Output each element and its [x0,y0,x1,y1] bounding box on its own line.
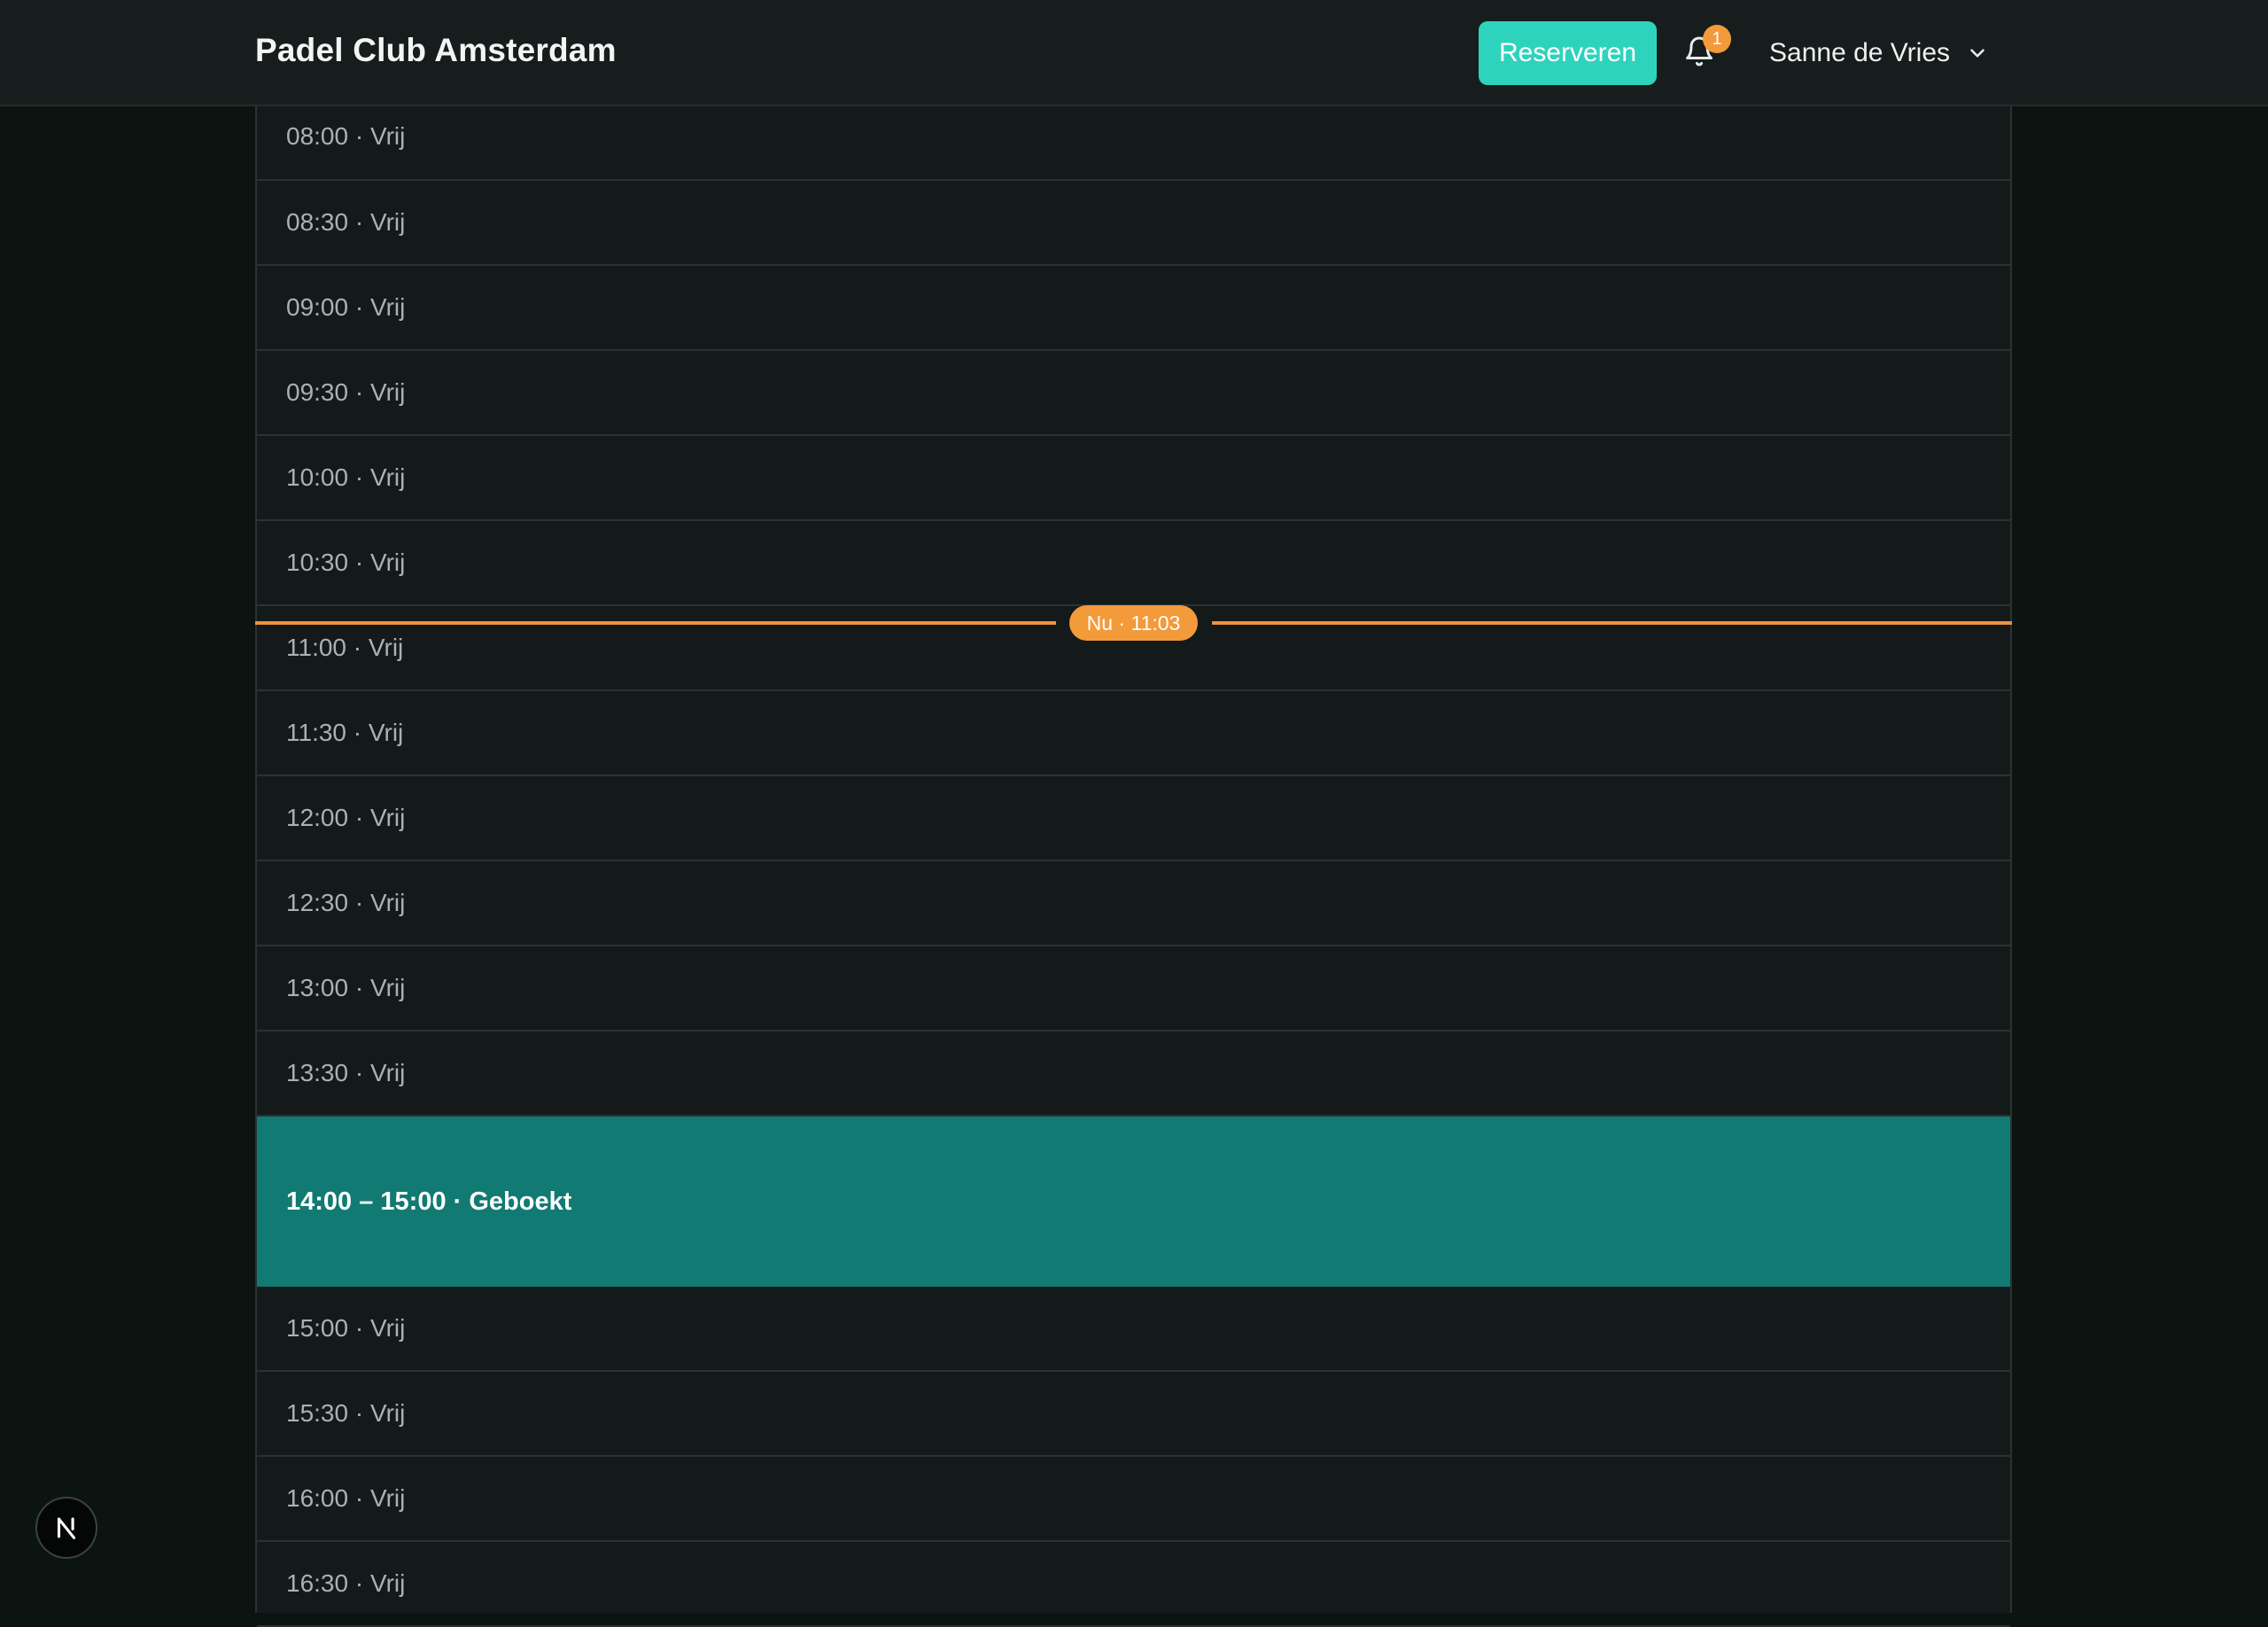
time-slot[interactable]: 16:00 · Vrij [257,1457,2010,1542]
time-slot[interactable]: 15:00 · Vrij [257,1287,2010,1372]
court-schedule: 08:00 · Vrij 08:30 · Vrij 09:00 · Vrij 0… [255,106,2012,1627]
chevron-down-icon [1966,42,1989,65]
time-slot[interactable]: 10:00 · Vrij [257,436,2010,521]
time-slot[interactable]: 12:00 · Vrij [257,776,2010,861]
time-slot[interactable]: 13:00 · Vrij [257,946,2010,1031]
time-slot[interactable]: 08:30 · Vrij [257,181,2010,266]
time-slot[interactable]: 13:30 · Vrij [257,1031,2010,1117]
current-time-line-right [1212,621,2012,625]
time-slot[interactable]: 08:00 · Vrij [257,106,2010,181]
current-time-indicator: Nu · 11:03 [1069,605,1198,641]
time-slot[interactable]: 10:30 · Vrij [257,521,2010,606]
next-logo-button[interactable] [35,1497,97,1559]
time-slot[interactable]: 09:30 · Vrij [257,351,2010,436]
notification-count-badge: 1 [1703,25,1731,53]
time-slot[interactable]: 09:00 · Vrij [257,266,2010,351]
time-slot[interactable]: 12:30 · Vrij [257,861,2010,946]
top-navigation-bar: Padel Club Amsterdam Reserveren 1 Sanne … [0,0,2268,106]
user-menu[interactable]: Sanne de Vries [1769,34,1989,73]
booked-slot[interactable]: 14:00 – 15:00 · Geboekt [257,1117,2010,1287]
user-name: Sanne de Vries [1769,38,1951,67]
current-time-line-left [255,621,1056,625]
time-slot[interactable]: 15:30 · Vrij [257,1372,2010,1457]
time-slot[interactable]: 11:30 · Vrij [257,691,2010,776]
next-logo-icon [57,1517,76,1539]
reserve-button[interactable]: Reserveren [1479,21,1657,85]
time-slot[interactable]: 16:30 · Vrij [257,1542,2010,1627]
club-name[interactable]: Padel Club Amsterdam [255,32,617,69]
